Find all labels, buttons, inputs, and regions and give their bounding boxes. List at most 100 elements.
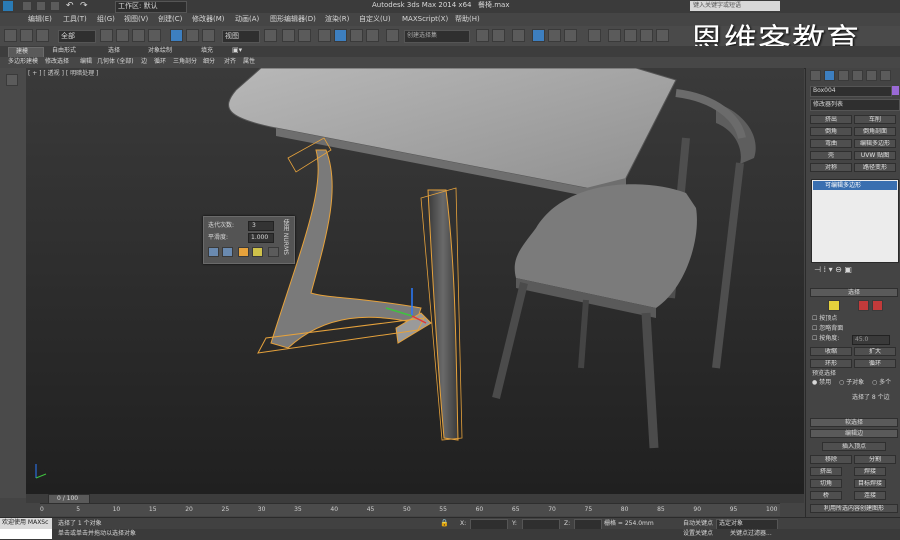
select-rotate-icon[interactable] [186,29,199,42]
menu-group[interactable]: 组(G) [97,16,115,23]
by-vertex-checkbox[interactable]: ☐ 按顶点 [812,316,837,322]
display-tab-icon[interactable] [866,70,877,81]
maxscript-listener[interactable]: 欢迎使用 MAXSc [0,518,52,529]
modify-tab-icon[interactable] [824,70,835,81]
perspective-viewport[interactable]: [ + ] [ 透视 ] [ 明暗处理 ] 迭代次数: 3 平滑度: 1.000… [26,68,804,494]
remove-button[interactable]: 移除 [810,455,852,464]
snaps-toggle-icon[interactable] [318,29,331,42]
shell-mod-button[interactable]: 壳 [810,151,852,160]
select-link-icon[interactable] [4,29,17,42]
scene-explorer-icon[interactable] [512,29,525,42]
app-logo-icon[interactable] [2,0,14,12]
material-editor-icon[interactable] [608,29,621,42]
menu-rendering[interactable]: 渲染(R) [325,16,349,23]
time-slider[interactable]: 0 / 100 [26,494,804,504]
loop-button[interactable]: 循环 [854,359,896,368]
hierarchy-tab-icon[interactable] [838,70,849,81]
caddy-color-swatch-orange[interactable] [238,247,249,257]
menu-animation[interactable]: 动画(A) [235,16,259,23]
create-tab-icon[interactable] [810,70,821,81]
open-file-icon[interactable] [36,1,46,11]
edit-edges-rollout-header[interactable]: 编辑边 [810,429,898,438]
caddy-color-swatch-yellow[interactable] [252,247,263,257]
bridge-button[interactable]: 桥 [810,491,842,500]
rect-selection-icon[interactable] [132,29,145,42]
object-color-swatch[interactable] [892,86,899,95]
align-icon[interactable] [492,29,505,42]
menu-customize[interactable]: 自定义(U) [359,16,391,23]
rendered-frame-icon[interactable] [640,29,653,42]
caddy-ok-icon[interactable] [208,247,219,257]
curve-editor-icon[interactable] [564,29,577,42]
render-teapot-icon[interactable] [656,29,669,42]
selection-filter-dropdown[interactable]: 全部 [58,30,96,43]
viewport-label[interactable]: [ + ] [ 透视 ] [ 明暗处理 ] [28,71,98,77]
path-deform-mod-button[interactable]: 路径变形 [854,163,896,172]
spinner-snap-icon[interactable] [366,29,379,42]
mirror-icon[interactable] [476,29,489,42]
track-bar[interactable]: 0 5 10 15 20 25 30 35 40 45 50 55 60 65 70 75 80 85 90 95 10… [40,503,780,516]
preview-multi-radio[interactable]: ○ 多个 [872,380,891,386]
iterations-field[interactable]: 3 [248,221,274,231]
key-filters-button[interactable]: 关键点过滤器... [730,531,772,537]
ribbon-sub-tris[interactable]: 三角剖分 [173,59,197,65]
lock-selection-icon[interactable]: 🔒 [440,520,449,527]
select-move-icon[interactable] [170,29,183,42]
select-by-name-icon[interactable] [116,29,129,42]
percent-snap-icon[interactable] [350,29,363,42]
search-input[interactable]: 键入关键字或短语 [690,1,780,11]
by-angle-checkbox[interactable]: ☐ 按角度: [812,336,839,342]
polygon-subobject-icon[interactable] [858,300,869,311]
ribbon-tab-populate[interactable]: 填充 [201,48,213,54]
grow-button[interactable]: 扩大 [854,347,896,356]
workspace-dropdown[interactable]: 工作区: 默认 [115,1,187,13]
shrink-button[interactable]: 收缩 [810,347,852,356]
create-shape-button[interactable]: 利用所选内容创建图形 [810,504,898,513]
angle-snap-icon[interactable] [334,29,347,42]
ribbon-sub-polygon-modeling[interactable]: 多边形建模 [8,59,38,65]
menu-help[interactable]: 帮助(H) [455,16,480,23]
menu-edit[interactable]: 编辑(E) [28,16,52,23]
pivot-center-icon[interactable] [264,29,277,42]
reference-coord-dropdown[interactable]: 视图 [222,30,260,43]
chamfer-button[interactable]: 切角 [810,479,842,488]
ignore-backfacing-checkbox[interactable]: ☐ 忽略背面 [812,326,843,332]
select-manipulate-icon[interactable] [282,29,295,42]
ring-button[interactable]: 环形 [810,359,852,368]
new-file-icon[interactable] [22,1,32,11]
extrude-edge-button[interactable]: 挤出 [810,467,842,476]
weld-button[interactable]: 焊接 [854,467,886,476]
menu-create[interactable]: 创建(C) [158,16,182,23]
ribbon-options-icon[interactable]: ▣▾ [232,47,242,54]
soft-selection-rollout-header[interactable]: 软选择 [810,418,898,427]
ribbon-sub-edges[interactable]: 边 [141,59,147,65]
menu-tools[interactable]: 工具(T) [63,16,87,23]
modifier-list-dropdown[interactable]: 修改器列表 [810,99,900,111]
smoothness-field[interactable]: 1.000 [248,233,274,243]
layer-manager-icon[interactable] [532,29,545,42]
selection-rollout-header[interactable]: 选择 [810,288,898,297]
split-button[interactable]: 分割 [854,455,896,464]
utilities-tab-icon[interactable] [880,70,891,81]
stack-tool-icons[interactable]: ⊣ ⁞ ▾ ⊖ ▣ [814,266,852,274]
ribbon-sub-align[interactable]: 对齐 [224,59,236,65]
maxscript-input[interactable] [0,529,52,539]
insert-vertex-button[interactable]: 插入顶点 [822,442,886,451]
target-weld-button[interactable]: 目标焊接 [854,479,886,488]
bind-space-warp-icon[interactable] [36,29,49,42]
graphite-toggle-icon[interactable] [548,29,561,42]
ribbon-sub-edit[interactable]: 编辑 [80,59,92,65]
uvw-map-mod-button[interactable]: UVW 贴图 [854,151,896,160]
auto-key-button[interactable]: 自动关键点 [683,521,713,527]
ribbon-sub-geometry[interactable]: 几何体 (全部) [97,59,134,65]
object-name-field[interactable]: Box004 [810,86,892,97]
schematic-view-icon[interactable] [588,29,601,42]
ribbon-sub-modify-selection[interactable]: 修改选择 [45,59,69,65]
menu-graph-editors[interactable]: 图形编辑器(D) [270,16,316,23]
edit-named-sets-icon[interactable] [386,29,399,42]
named-selection-dropdown[interactable]: 创建选择集 [404,30,470,43]
caddy-cancel-icon[interactable] [268,247,279,257]
edit-poly-mod-button[interactable]: 编辑多边形 [854,139,896,148]
stack-item-editable-poly[interactable]: 可编辑多边形 [813,181,897,190]
window-crossing-icon[interactable] [148,29,161,42]
